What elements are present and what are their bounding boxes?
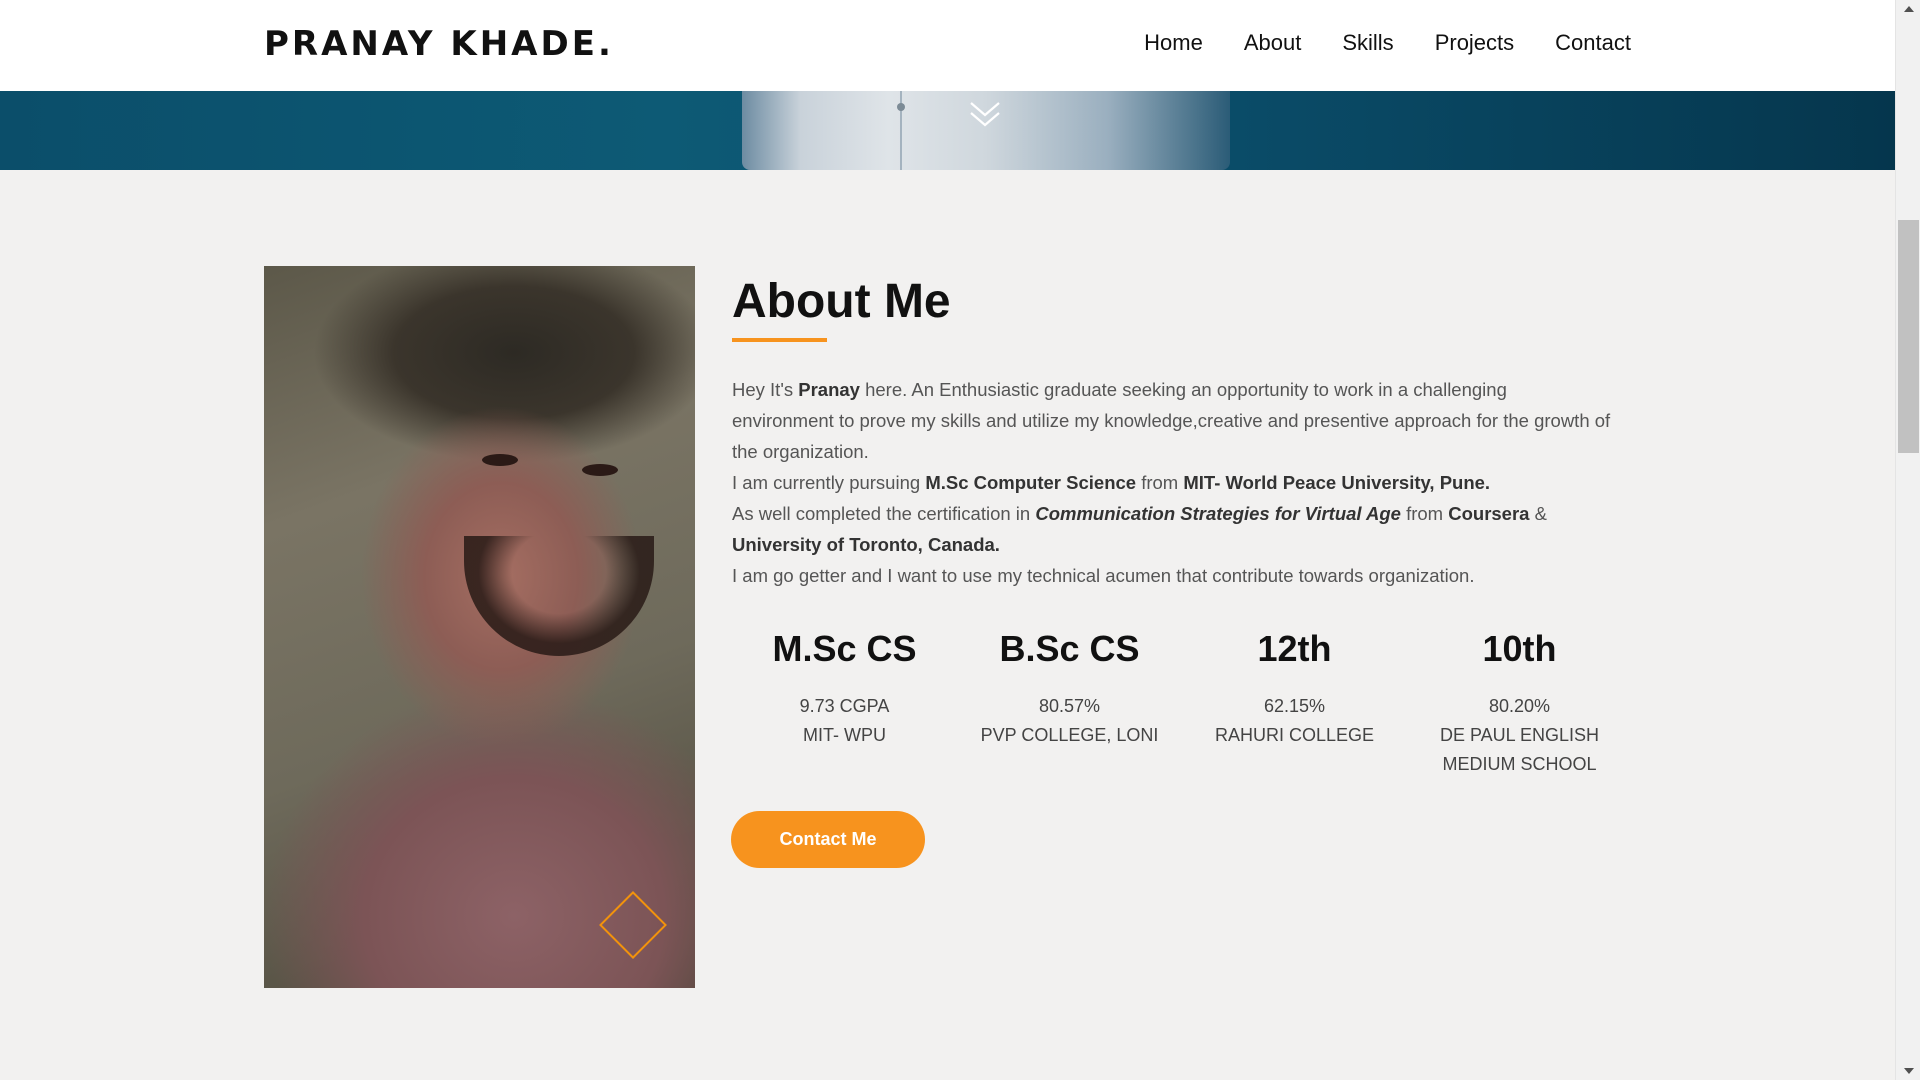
stat-title: 10th [1482, 628, 1557, 669]
nav-skills[interactable]: Skills [1342, 30, 1393, 56]
main-nav: Home About Skills Projects Contact [1144, 30, 1631, 56]
title-underline [732, 338, 827, 342]
stat-institute: PVP COLLEGE, LONI [980, 725, 1159, 745]
stat-12th: 12th 62.15% RAHURI COLLEGE [1182, 628, 1407, 779]
stat-score: 80.20% [1488, 696, 1551, 716]
bio-l1-post: here. An Enthusiastic graduate seeking a… [732, 379, 1611, 462]
stat-score: 80.57% [1038, 696, 1101, 716]
bio-paragraph-certification: As well completed the certification in C… [732, 498, 1612, 560]
profile-photo [264, 266, 695, 988]
stat-title: M.Sc CS [772, 628, 917, 669]
contact-me-button[interactable]: Contact Me [731, 811, 925, 868]
stat-institute: RAHURI COLLEGE [1214, 725, 1375, 745]
hero-banner [0, 91, 1895, 170]
stat-institute: DE PAUL ENGLISH MEDIUM SCHOOL [1439, 725, 1600, 774]
nav-contact[interactable]: Contact [1555, 30, 1631, 56]
photo-beard [464, 536, 654, 656]
bio-l2-mid: from [1136, 472, 1184, 493]
about-bio: Hey It's Pranay here. An Enthusiastic gr… [732, 374, 1612, 591]
bio-paragraph-closing: I am go getter and I want to use my tech… [732, 565, 1475, 586]
scroll-up-arrow-icon[interactable] [1904, 6, 1914, 12]
bio-l3-amp: & [1529, 503, 1547, 524]
bio-paragraph-education: I am currently pursuing M.Sc Computer Sc… [732, 467, 1612, 498]
chevron-double-down-icon[interactable] [965, 97, 1005, 133]
page-scrollbar[interactable] [1895, 0, 1920, 1080]
photo-eye-left [482, 454, 518, 466]
nav-about[interactable]: About [1244, 30, 1302, 56]
bio-l3-pre: As well completed the certification in [732, 503, 1036, 524]
nav-home[interactable]: Home [1144, 30, 1203, 56]
bio-paragraph-intro: Hey It's Pranay here. An Enthusiastic gr… [732, 374, 1612, 467]
stat-score: 62.15% [1263, 696, 1326, 716]
about-title: About Me [732, 275, 951, 328]
stat-title: 12th [1257, 628, 1332, 669]
bio-university: MIT- World Peace University, Pune. [1183, 472, 1491, 493]
diamond-outline-icon [599, 891, 667, 959]
photo-eye-right [582, 464, 618, 476]
bio-provider: Coursera [1448, 503, 1530, 524]
scroll-down-arrow-icon[interactable] [1904, 1068, 1914, 1074]
bio-l2-pre: I am currently pursuing [732, 472, 926, 493]
stat-institute: MIT- WPU [803, 725, 886, 745]
site-header: PRANAY KHADE. Home About Skills Projects… [0, 0, 1895, 91]
bio-cert-university: University of Toronto, Canada. [732, 534, 1000, 555]
stat-bsc: B.Sc CS 80.57% PVP COLLEGE, LONI [957, 628, 1182, 779]
bio-l1-pre: Hey It's [732, 379, 799, 400]
stat-title: B.Sc CS [999, 628, 1140, 669]
bio-l3-mid: from [1400, 503, 1449, 524]
stat-score: 9.73 CGPA [799, 696, 890, 716]
stat-msc: M.Sc CS 9.73 CGPA MIT- WPU [732, 628, 957, 779]
bio-name: Pranay [798, 379, 860, 400]
site-logo[interactable]: PRANAY KHADE. [264, 24, 614, 64]
hero-photo-button [897, 103, 905, 111]
education-stats: M.Sc CS 9.73 CGPA MIT- WPU B.Sc CS 80.57… [732, 628, 1632, 779]
bio-degree: M.Sc Computer Science [925, 472, 1137, 493]
nav-projects[interactable]: Projects [1435, 30, 1514, 56]
stat-10th: 10th 80.20% DE PAUL ENGLISH MEDIUM SCHOO… [1407, 628, 1632, 779]
scrollbar-thumb[interactable] [1898, 220, 1919, 453]
bio-course: Communication Strategies for Virtual Age [1035, 503, 1401, 524]
